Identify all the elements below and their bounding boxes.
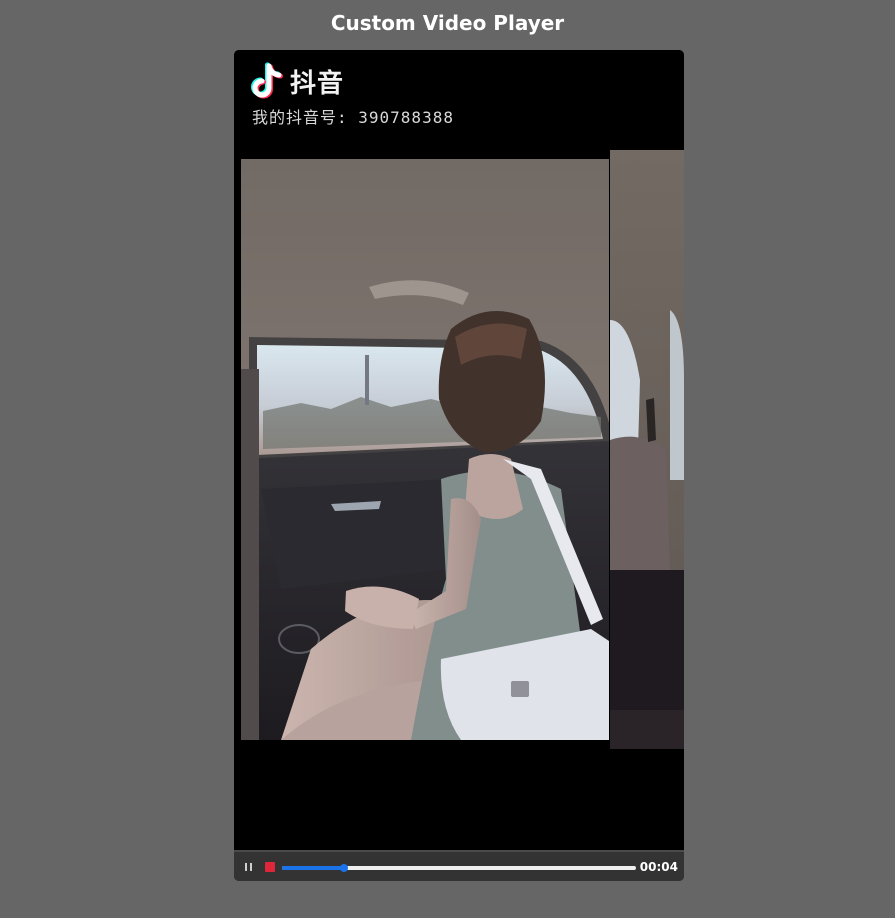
page-title: Custom Video Player: [330, 11, 565, 35]
progress-fill: [282, 866, 344, 870]
video-player: 抖音 我的抖音号: 390788388 00:04: [234, 50, 684, 881]
watermark-logo: 抖音: [248, 62, 344, 100]
watermark-account: 我的抖音号: 390788388: [252, 108, 454, 127]
video-viewport[interactable]: 抖音 我的抖音号: 390788388: [234, 50, 684, 850]
tiktok-note-icon: [251, 62, 283, 99]
video-frame-main: [241, 159, 609, 740]
current-time: 00:04: [639, 860, 678, 874]
video-frame-side: [610, 150, 684, 749]
pause-icon[interactable]: [243, 861, 255, 873]
progress-bar[interactable]: [282, 864, 636, 872]
player-controls: 00:04: [234, 850, 684, 881]
progress-thumb[interactable]: [339, 864, 348, 872]
stop-icon[interactable]: [265, 862, 275, 872]
watermark-brand: 抖音: [290, 68, 345, 99]
